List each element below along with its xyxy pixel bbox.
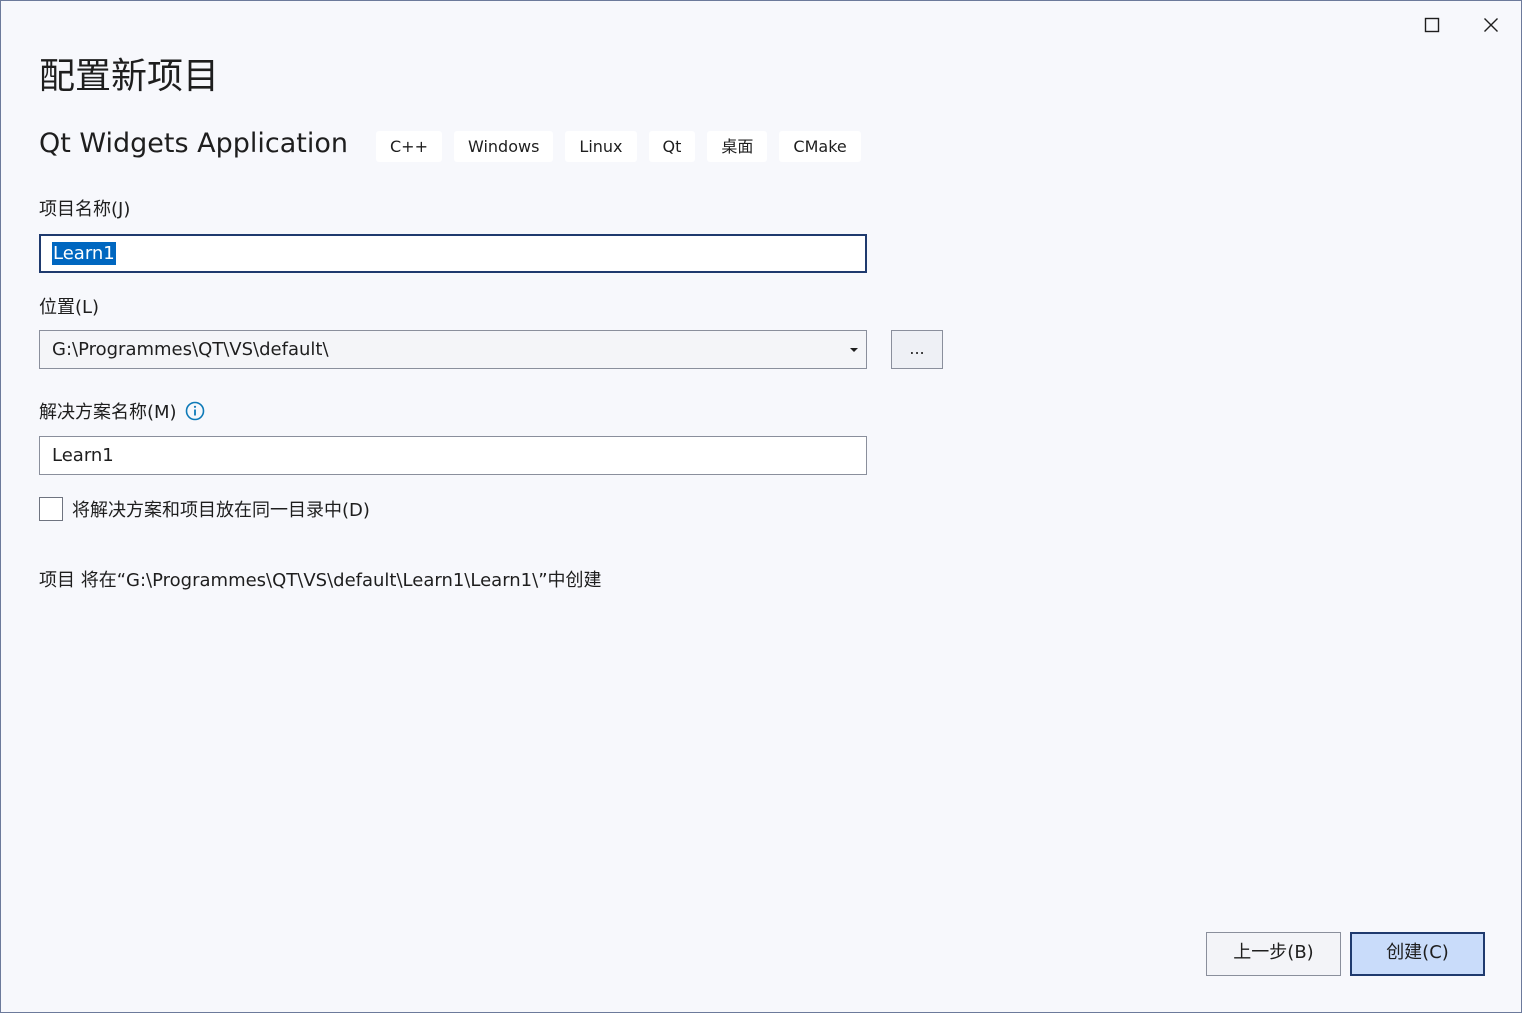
close-icon [1484, 18, 1498, 32]
page-title: 配置新项目 [39, 56, 220, 97]
maximize-button[interactable] [1410, 9, 1454, 41]
project-name-value: Learn1 [52, 242, 116, 265]
same-directory-option[interactable]: 将解决方案和项目放在同一目录中(D) [39, 496, 370, 522]
chevron-down-icon [850, 347, 858, 352]
tag-desktop: 桌面 [707, 131, 768, 162]
dialog-window: 配置新项目 Qt Widgets Application C++ Windows… [0, 0, 1522, 1013]
solution-name-label-row: 解决方案名称(M) [39, 398, 205, 424]
tag-cmake: CMake [779, 131, 861, 162]
solution-name-input[interactable]: Learn1 [39, 436, 867, 475]
solution-name-value: Learn1 [52, 445, 114, 466]
tag-linux: Linux [565, 131, 637, 162]
maximize-icon [1424, 17, 1440, 33]
solution-name-label: 解决方案名称(M) [39, 402, 177, 423]
location-label: 位置(L) [39, 297, 100, 318]
template-name: Qt Widgets Application [39, 128, 349, 159]
tag-windows: Windows [453, 131, 554, 162]
back-button[interactable]: 上一步(B) [1206, 932, 1341, 976]
creation-path-info: 项目 将在“G:\Programmes\QT\VS\default\Learn1… [39, 570, 602, 591]
dropdown-arrow[interactable] [842, 331, 866, 368]
close-button[interactable] [1469, 9, 1513, 41]
same-directory-label: 将解决方案和项目放在同一目录中(D) [72, 500, 370, 521]
template-tags: C++ Windows Linux Qt 桌面 CMake [376, 131, 861, 162]
location-combobox[interactable]: G:\Programmes\QT\VS\default\ [39, 330, 867, 369]
location-value: G:\Programmes\QT\VS\default\ [52, 339, 329, 360]
project-name-label: 项目名称(J) [39, 199, 131, 220]
tag-qt: Qt [648, 131, 696, 162]
browse-button[interactable]: ... [891, 330, 943, 369]
tag-cpp: C++ [376, 131, 442, 162]
info-icon[interactable] [185, 401, 205, 421]
same-directory-checkbox[interactable] [39, 497, 63, 521]
project-name-input[interactable]: Learn1 [39, 234, 867, 273]
create-button[interactable]: 创建(C) [1350, 932, 1485, 976]
